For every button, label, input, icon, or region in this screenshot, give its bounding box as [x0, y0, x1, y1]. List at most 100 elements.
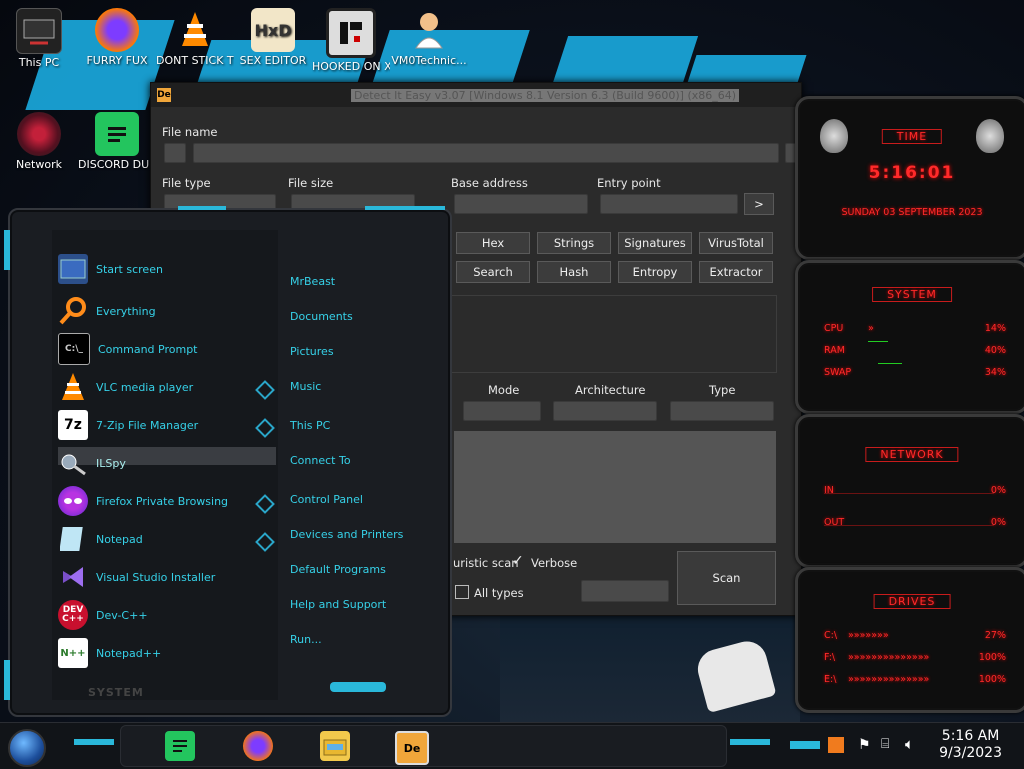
drive-f-value: 100%	[978, 652, 1006, 663]
scan-progress-field	[581, 580, 669, 602]
start-item-notepad-plus-plus[interactable]: N++ Notepad++	[58, 636, 276, 670]
heuristic-scan-label: uristic scan	[453, 556, 519, 570]
java-tray-icon[interactable]	[828, 737, 844, 753]
desktop-icon-vm0technic[interactable]: VM0Technic...	[390, 8, 468, 67]
start-link-control-panel[interactable]: Control Panel	[290, 493, 363, 506]
info-panel	[451, 295, 777, 373]
start-item-ilspy[interactable]: ILSpy	[58, 446, 276, 480]
detect-it-easy-icon[interactable]: De	[395, 731, 429, 765]
desktop-icon-network[interactable]: Network	[0, 112, 78, 171]
network-in-label: IN	[824, 485, 834, 496]
network-out-graph	[824, 525, 994, 526]
hxd-editor-icon: HxD	[251, 8, 295, 52]
ram-label: RAM	[824, 345, 845, 356]
ram-indicator	[868, 341, 888, 342]
firefox-icon[interactable]	[243, 731, 273, 761]
network-tray-icon[interactable]: ⌸	[881, 736, 889, 752]
start-link-this-pc[interactable]: This PC	[290, 419, 330, 432]
entry-point-label: Entry point	[597, 176, 661, 190]
start-item-7zip[interactable]: 7z 7-Zip File Manager	[58, 408, 276, 442]
command-prompt-icon: C:\_	[58, 333, 90, 365]
network-gadget: NETWORK IN 0% OUT 0%	[795, 414, 1024, 568]
desktop-icon-this-pc[interactable]: This PC	[0, 8, 78, 69]
start-link-documents[interactable]: Documents	[290, 310, 353, 323]
start-item-notepad[interactable]: Notepad	[58, 522, 276, 556]
dev-cpp-icon: DEV C++	[58, 600, 88, 630]
taskbar-date: 9/3/2023	[939, 745, 1002, 761]
start-link-music[interactable]: Music	[290, 380, 321, 393]
virustotal-button[interactable]: VirusTotal	[699, 232, 773, 254]
cpu-bar-icon: »	[868, 323, 874, 334]
desktop-icon-discord-dumbas[interactable]: DISCORD DUMBAS	[78, 112, 156, 171]
desktop-icon-furry-fux[interactable]: FURRY FUX	[78, 8, 156, 67]
base-address-field	[454, 194, 588, 214]
start-link-mrbeast[interactable]: MrBeast	[290, 275, 335, 288]
firefox-icon	[95, 8, 139, 52]
file-name-input[interactable]	[193, 143, 779, 163]
window-titlebar[interactable]: De Detect It Easy v3.07 [Windows 8.1 Ver…	[151, 83, 801, 107]
start-link-pictures[interactable]: Pictures	[290, 345, 334, 358]
all-types-label: All types	[474, 586, 524, 600]
start-link-devices-printers[interactable]: Devices and Printers	[290, 528, 403, 541]
drive-e-value: 100%	[978, 674, 1006, 685]
taskbar-clock[interactable]: 5:16 AM 9/3/2023	[939, 728, 1002, 762]
detect-it-easy-app-icon: De	[157, 88, 171, 102]
all-types-checkbox[interactable]	[455, 585, 469, 599]
start-link-help-support[interactable]: Help and Support	[290, 598, 386, 611]
scan-button[interactable]: Scan	[677, 551, 776, 605]
extractor-button[interactable]: Extractor	[699, 261, 773, 283]
gadget-date: SUNDAY 03 SEPTEMBER 2023	[841, 207, 983, 218]
start-item-dev-cpp[interactable]: DEV C++ Dev-C++	[58, 598, 276, 632]
taskbar-time: 5:16 AM	[941, 728, 1000, 744]
type-label: Type	[709, 383, 736, 397]
desktop-icon-hooked-on-xonix[interactable]: HOOKED ON XONIX	[312, 8, 390, 73]
start-menu-nav-arrows[interactable]	[330, 682, 386, 692]
browse-file-button[interactable]	[164, 143, 186, 163]
desktop-icon-sex-editor[interactable]: HxD SEX EDITOR	[234, 8, 312, 67]
entry-point-go-button[interactable]: >	[744, 193, 774, 215]
drives-gadget: DRIVES C:\ »»»»»»» 27% F:\ »»»»»»»»»»»»»…	[795, 567, 1024, 713]
file-size-label: File size	[288, 176, 334, 190]
desktop-icon-dont-stick[interactable]: DONT STICK THIS IN YO	[156, 8, 234, 67]
start-item-start-screen[interactable]: Start screen	[58, 252, 276, 286]
drive-c-bar-icon: »»»»»»»	[848, 630, 889, 641]
entry-point-field	[600, 194, 738, 214]
drive-f-label: F:\	[824, 652, 836, 663]
start-item-visual-studio-installer[interactable]: Visual Studio Installer	[58, 560, 276, 594]
hex-button[interactable]: Hex	[456, 232, 530, 254]
start-menu-accent	[365, 206, 445, 210]
entropy-button[interactable]: Entropy	[618, 261, 692, 283]
scan-results-area	[454, 431, 776, 543]
network-in-graph	[824, 493, 994, 494]
notepad-plus-plus-icon: N++	[58, 638, 88, 668]
architecture-label: Architecture	[575, 383, 646, 397]
vlc-icon	[58, 372, 88, 402]
hash-button[interactable]: Hash	[537, 261, 611, 283]
start-link-default-programs[interactable]: Default Programs	[290, 563, 386, 576]
network-gadget-title: NETWORK	[865, 447, 959, 462]
taskbar-accent	[730, 739, 770, 745]
gadget-clock: 5:16:01	[868, 163, 956, 183]
drive-f-bar-icon: »»»»»»»»»»»»»»	[848, 652, 930, 663]
start-item-firefox-private[interactable]: Firefox Private Browsing	[58, 484, 276, 518]
doctor-avatar-icon	[407, 8, 451, 52]
type-field	[670, 401, 774, 421]
start-screen-icon	[58, 254, 88, 284]
start-link-run[interactable]: Run...	[290, 633, 322, 646]
file-explorer-icon[interactable]	[320, 731, 350, 761]
signatures-button[interactable]: Signatures	[618, 232, 692, 254]
action-center-flag-icon[interactable]: ⚑	[858, 737, 871, 753]
drives-gadget-title: DRIVES	[873, 594, 951, 609]
start-item-vlc[interactable]: VLC media player	[58, 370, 276, 404]
start-menu-accent	[4, 660, 10, 700]
start-item-everything[interactable]: Everything	[58, 294, 276, 328]
volume-tray-icon[interactable]: 🔈︎	[905, 735, 914, 753]
start-link-connect-to[interactable]: Connect To	[290, 454, 351, 467]
cpu-label: CPU	[824, 323, 844, 334]
start-item-command-prompt[interactable]: C:\_ Command Prompt	[58, 332, 276, 366]
verbose-checkbox[interactable]: ✓	[512, 553, 524, 569]
start-orb-button[interactable]	[8, 729, 46, 767]
discord-icon[interactable]	[165, 731, 195, 761]
strings-button[interactable]: Strings	[537, 232, 611, 254]
search-button[interactable]: Search	[456, 261, 530, 283]
